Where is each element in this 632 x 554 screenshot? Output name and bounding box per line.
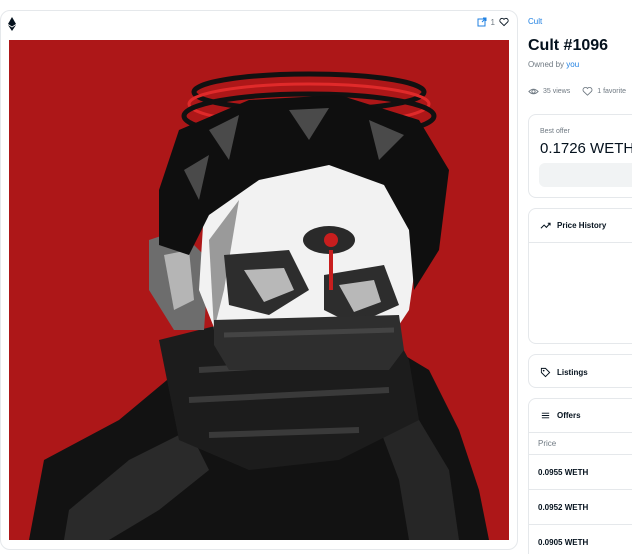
views-stat: 35 views: [528, 86, 570, 97]
offer-action-button[interactable]: [539, 163, 632, 187]
offers-title: Offers: [557, 411, 581, 420]
heart-icon: [582, 86, 593, 96]
favorites-stat: 1 favorite: [582, 86, 626, 97]
price-history-title: Price History: [557, 221, 607, 230]
offer-row[interactable]: 0.0905 WETH: [529, 525, 632, 554]
item-details-column: Cult Cult #1096 Owned by you 35 views 1 …: [528, 0, 632, 554]
item-title: Cult #1096: [528, 37, 609, 54]
owned-by: Owned by you: [528, 60, 579, 69]
ethereum-icon: [8, 17, 16, 31]
favorites-count: 1 favorite: [597, 88, 627, 95]
external-link-icon[interactable]: [477, 17, 487, 27]
list-icon: [541, 412, 550, 419]
face-mask: [214, 315, 404, 370]
offers-panel: Offers Price 0.0955 WETH 0.0952 WETH 0.0…: [528, 398, 632, 554]
price-history-header[interactable]: Price History: [529, 209, 632, 243]
favorite-count: 1: [490, 17, 495, 27]
tag-icon: [540, 367, 551, 377]
blood-drip: [329, 250, 333, 290]
trend-line-icon: [540, 222, 551, 229]
third-eye-iris: [324, 233, 338, 247]
offers-column-price: Price: [529, 433, 632, 455]
collection-link[interactable]: Cult: [528, 17, 542, 26]
nft-artwork-image: [9, 40, 509, 540]
eye-icon: [528, 88, 539, 95]
media-card: 1: [0, 10, 518, 550]
best-offer-panel: Best offer 0.1726 WETH: [528, 114, 632, 198]
offer-row[interactable]: 0.0952 WETH: [529, 490, 632, 525]
best-offer-label: Best offer: [540, 128, 570, 135]
offer-row[interactable]: 0.0955 WETH: [529, 455, 632, 490]
best-offer-value: 0.1726 WETH: [540, 140, 632, 157]
nft-artwork[interactable]: [9, 40, 509, 540]
item-stats: 35 views 1 favorite: [528, 86, 632, 97]
media-actions: 1: [477, 17, 509, 27]
listings-panel: Listings: [528, 354, 632, 388]
owned-by-label: Owned by: [528, 60, 565, 69]
listings-title: Listings: [557, 367, 588, 377]
offers-header[interactable]: Offers: [529, 399, 632, 433]
listings-header[interactable]: Listings: [529, 355, 632, 387]
owner-link[interactable]: you: [566, 60, 579, 69]
views-count: 35 views: [543, 88, 571, 95]
heart-icon[interactable]: [499, 17, 509, 27]
price-history-panel: Price History: [528, 208, 632, 344]
media-header: 1: [1, 11, 517, 39]
